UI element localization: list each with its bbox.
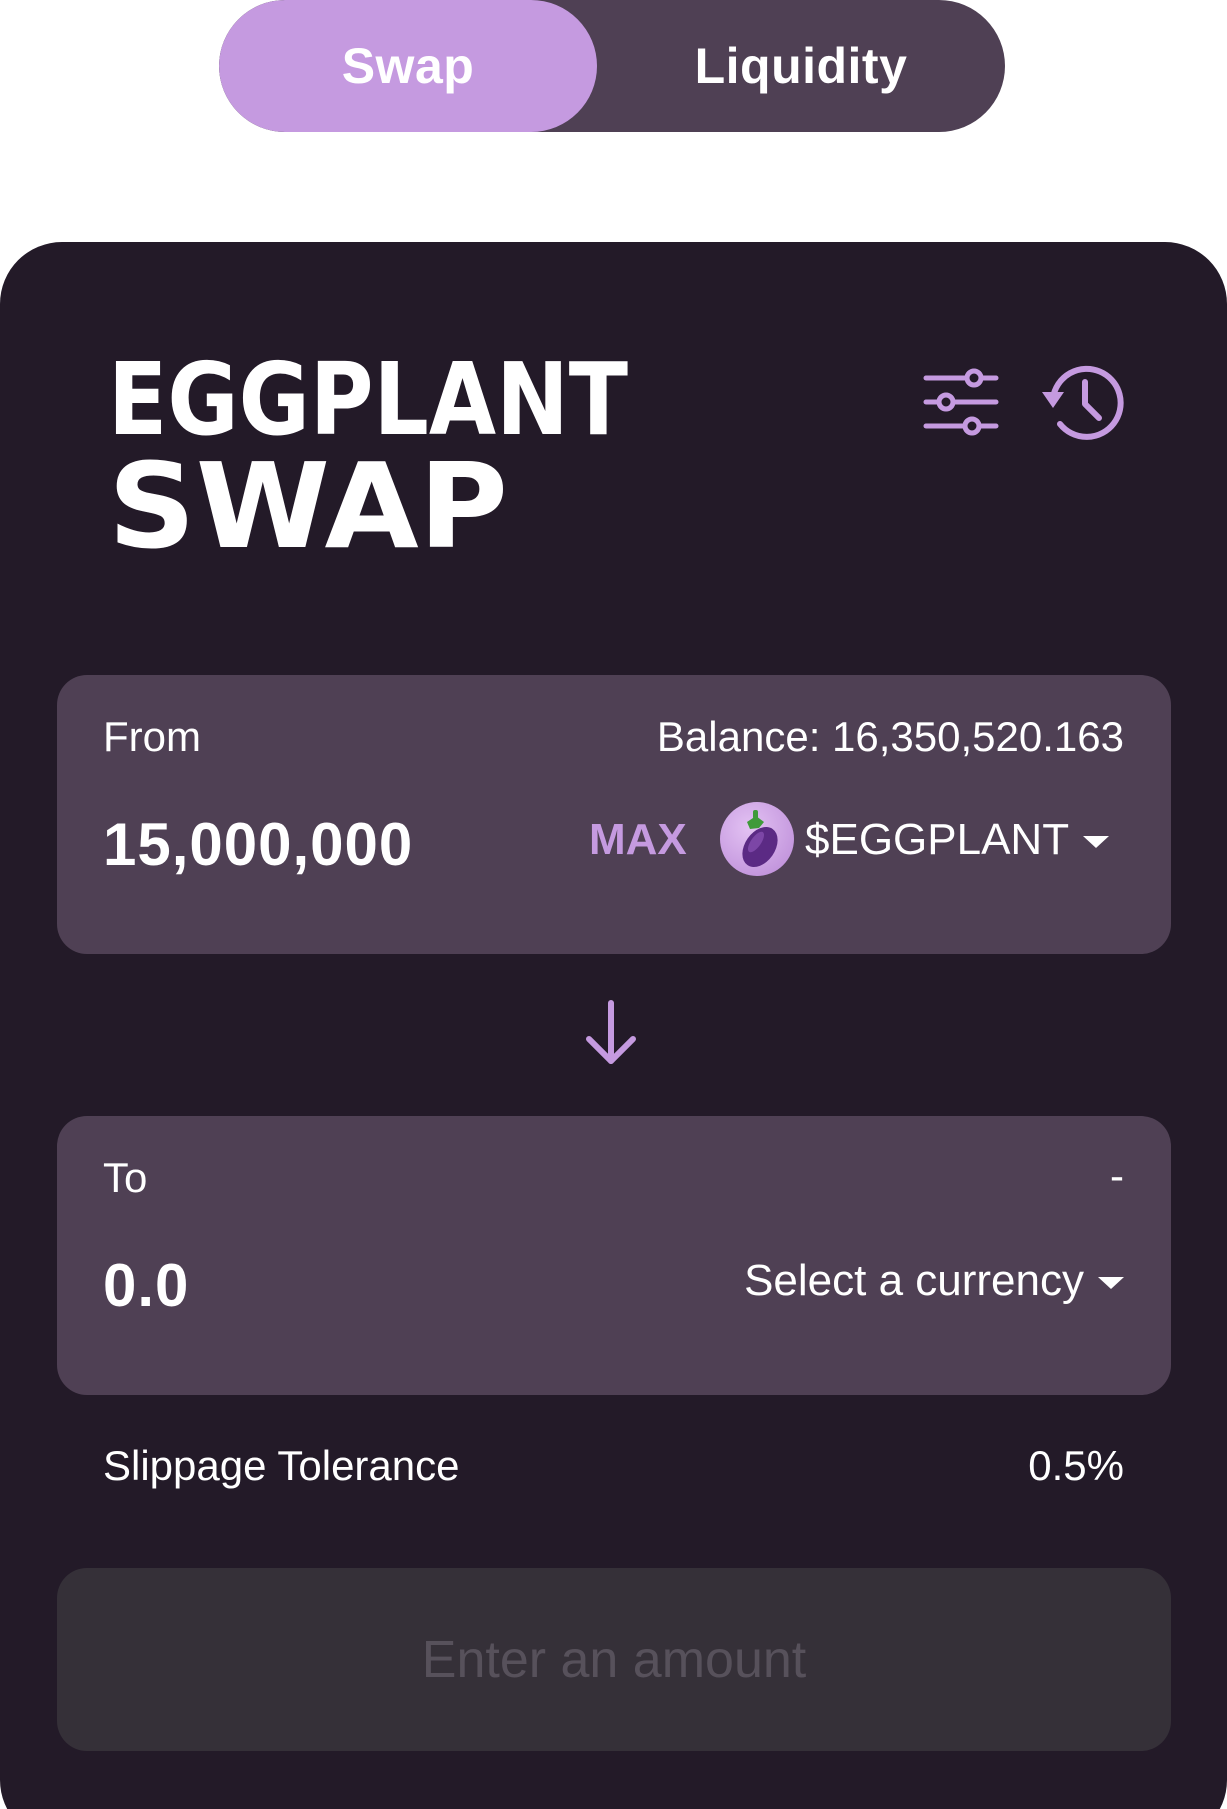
swap-card: EGGPLANT SWAP From Balance: 16,350,520.1…	[0, 242, 1227, 1809]
from-token-name: $EGGPLANT	[805, 815, 1070, 864]
swap-direction-button[interactable]	[583, 999, 639, 1067]
to-currency-select[interactable]: Select a currency	[744, 1250, 1124, 1312]
eggplant-token-icon	[720, 802, 794, 876]
enter-amount-button[interactable]: Enter an amount	[57, 1568, 1171, 1751]
tab-liquidity[interactable]: Liquidity	[597, 0, 1005, 132]
tab-swap[interactable]: Swap	[219, 0, 597, 132]
to-amount-input[interactable]: 0.0	[103, 1251, 189, 1320]
history-icon	[1042, 365, 1124, 440]
chevron-down-icon	[1098, 1277, 1124, 1289]
currency-select-label: Select a currency	[744, 1256, 1084, 1305]
arrow-down-icon	[586, 1000, 636, 1064]
from-amount-input[interactable]: 15,000,000	[103, 810, 413, 879]
max-button[interactable]: MAX	[589, 815, 687, 865]
logo-line-2: SWAP	[108, 437, 508, 572]
enter-amount-label: Enter an amount	[421, 1630, 807, 1689]
chevron-down-icon	[1083, 836, 1110, 848]
from-panel: From Balance: 16,350,520.163 15,000,000 …	[57, 675, 1171, 954]
to-label: To	[103, 1154, 148, 1201]
settings-button[interactable]	[922, 368, 1000, 436]
from-balance: Balance: 16,350,520.163	[656, 713, 1124, 760]
to-panel: To - 0.0 Select a currency	[57, 1116, 1171, 1395]
sliders-icon	[923, 368, 999, 436]
from-label: From	[103, 713, 201, 760]
from-token-select[interactable]: $EGGPLANT	[805, 809, 1110, 871]
to-balance: -	[1110, 1152, 1124, 1199]
eggplant-swap-logo: EGGPLANT SWAP	[108, 342, 628, 572]
slippage-label: Slippage Tolerance	[103, 1442, 460, 1489]
slippage-value[interactable]: 0.5%	[1028, 1442, 1124, 1490]
swap-liquidity-toggle: Swap Liquidity	[219, 0, 1005, 132]
history-button[interactable]	[1040, 362, 1126, 442]
